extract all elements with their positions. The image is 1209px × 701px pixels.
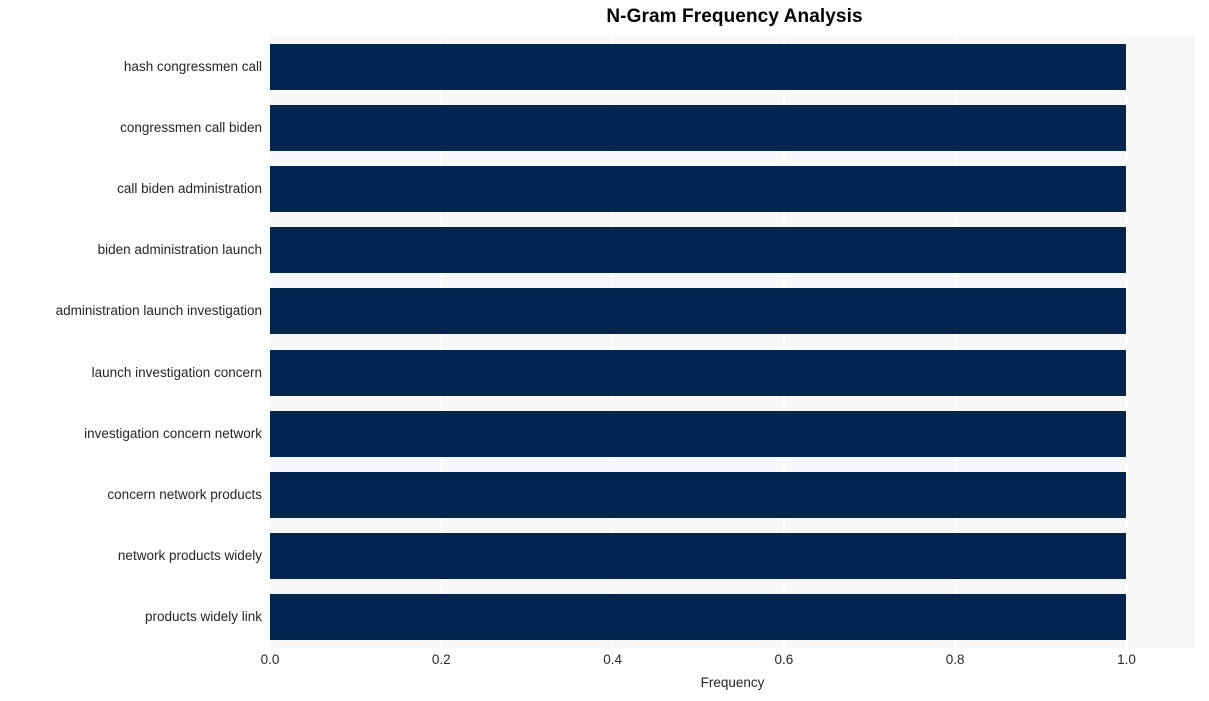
bar[interactable] xyxy=(270,166,1127,212)
bar[interactable] xyxy=(270,594,1127,641)
y-axis-tick-label: biden administration launch xyxy=(97,242,262,258)
y-axis-tick-label: call biden administration xyxy=(117,181,262,196)
x-axis-tick-label: 0.4 xyxy=(603,652,622,667)
bar[interactable] xyxy=(270,43,1127,90)
bar[interactable] xyxy=(270,227,1127,274)
bar[interactable] xyxy=(270,472,1127,518)
y-axis-tick-label: concern network products xyxy=(107,487,262,502)
bar[interactable] xyxy=(270,533,1127,580)
chart-figure: N-Gram Frequency Analysis hash congressm… xyxy=(0,0,1209,701)
x-axis-tick-label: 1.0 xyxy=(1117,652,1136,667)
y-axis-tick-label: congressmen call biden xyxy=(120,119,262,135)
chart-title-text: N-Gram Frequency Analysis xyxy=(606,6,863,27)
y-axis-tick-labels: hash congressmen call congressmen call bi… xyxy=(0,36,262,648)
x-axis-tick-label: 0.8 xyxy=(945,652,965,667)
y-axis-tick-label: launch investigation concern xyxy=(91,364,262,380)
y-axis-tick-label: hash congressmen call xyxy=(123,58,262,74)
bar[interactable] xyxy=(270,410,1127,457)
bar[interactable] xyxy=(270,104,1127,151)
bar-series xyxy=(270,36,1195,648)
y-axis-tick-label: administration launch investigation xyxy=(55,303,262,319)
x-axis-tick-label: 0.6 xyxy=(774,652,794,667)
bar[interactable] xyxy=(270,349,1127,396)
x-axis-title: Frequency xyxy=(700,675,765,690)
bar[interactable] xyxy=(270,288,1127,335)
x-axis-tick-labels: 0.0 0.2 0.4 0.6 0.8 1.0 xyxy=(261,652,1195,672)
plot-area xyxy=(270,36,1195,648)
x-axis-tick-label: 0.0 xyxy=(260,652,280,667)
y-axis-tick-label: network products widely xyxy=(117,548,262,564)
page-title: N-Gram Frequency Analysis xyxy=(0,6,1209,28)
y-axis-tick-label: products widely link xyxy=(144,609,262,625)
y-axis-tick-label: investigation concern network xyxy=(84,425,262,441)
x-axis-tick-label: 0.2 xyxy=(431,652,451,667)
